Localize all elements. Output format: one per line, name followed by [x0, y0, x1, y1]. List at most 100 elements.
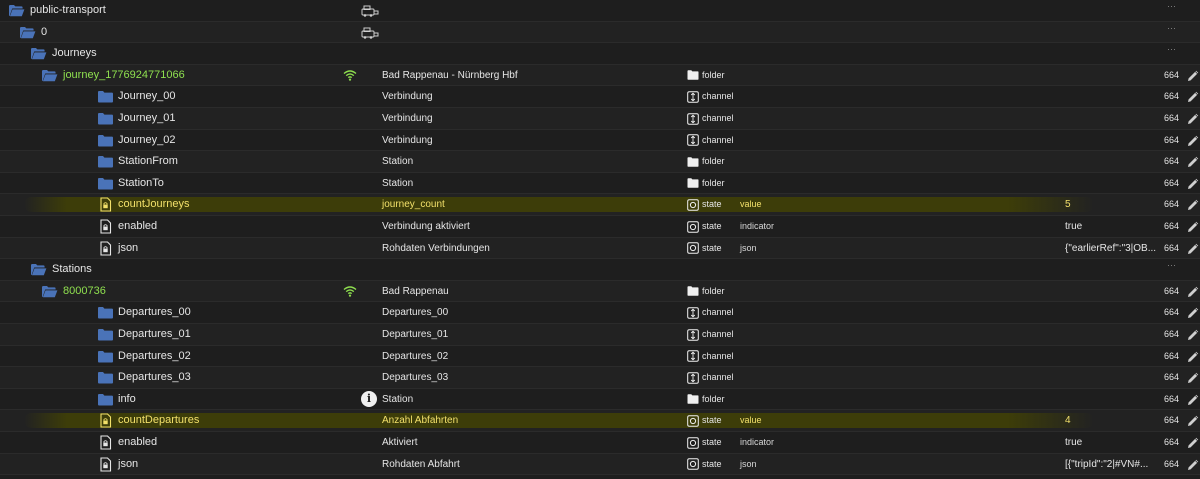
tree-row[interactable]: countJourneys journey_count state value 5 664 [0, 194, 1200, 216]
folder-icon[interactable] [97, 350, 114, 363]
tree-row[interactable]: Journey_02 Verbindung channel 664 [0, 130, 1200, 152]
object-name[interactable]: countJourneys [118, 194, 190, 215]
adapter-icon [361, 4, 379, 17]
object-value[interactable]: 4 [1065, 410, 1157, 431]
object-description: Station [382, 156, 414, 168]
object-value[interactable]: true [1065, 432, 1157, 453]
object-name[interactable]: enabled [118, 216, 157, 237]
edit-icon[interactable] [1186, 371, 1200, 385]
object-name[interactable]: json [118, 238, 138, 259]
object-value[interactable]: 5 [1065, 194, 1157, 215]
edit-icon[interactable] [1186, 328, 1200, 342]
edit-icon[interactable] [1186, 350, 1200, 364]
edit-icon[interactable] [1186, 220, 1200, 234]
object-name[interactable]: Departures_03 [118, 367, 191, 388]
object-description: Verbindung [382, 91, 433, 103]
tree-row[interactable]: 8000736 Bad Rappenau folder 664 [0, 280, 1200, 303]
folder-icon[interactable] [97, 112, 114, 125]
tree-row[interactable]: json Rohdaten Abfahrt state json [{"tripId":… [0, 453, 1200, 476]
object-name[interactable]: Journey_02 [118, 130, 176, 151]
edit-icon[interactable] [1186, 458, 1200, 472]
channel-type-icon [687, 350, 699, 362]
tree-row[interactable]: Departures_01 Departures_01 channel 664 [0, 324, 1200, 346]
edit-icon[interactable] [1186, 177, 1200, 191]
object-name[interactable]: Departures_01 [118, 324, 191, 345]
object-name[interactable]: StationFrom [118, 151, 178, 172]
object-name[interactable]: StationTo [118, 173, 164, 194]
folder-icon[interactable] [97, 90, 114, 103]
edit-icon[interactable] [1186, 242, 1200, 256]
object-name[interactable]: Journeys [52, 43, 97, 64]
more-dots-icon[interactable]: ··· [1167, 255, 1176, 276]
object-name[interactable]: 0 [41, 22, 47, 43]
state-type-icon [687, 415, 699, 427]
tree-row[interactable]: StationFrom Station folder 664 [0, 151, 1200, 173]
more-dots-icon[interactable]: ··· [1167, 39, 1176, 60]
object-value[interactable]: {"earlierRef":"3|OB... [1065, 238, 1157, 259]
object-permission: 664 [1164, 285, 1180, 296]
object-name[interactable]: Journey_00 [118, 86, 176, 107]
tree-row[interactable]: journey_1776924771066 Bad Rappenau - Nürn… [0, 64, 1200, 87]
folder-open-icon[interactable] [41, 285, 58, 298]
object-value[interactable]: true [1065, 216, 1157, 237]
edit-icon[interactable] [1186, 90, 1200, 104]
edit-icon[interactable] [1186, 436, 1200, 450]
edit-icon[interactable] [1186, 306, 1200, 320]
object-name[interactable]: journey_1776924771066 [63, 65, 185, 86]
tree-row[interactable]: public-transport ··· [0, 0, 1200, 22]
edit-icon[interactable] [1186, 393, 1200, 407]
tree-row[interactable]: Departures_03 Departures_03 channel 664 [0, 367, 1200, 389]
tree-row[interactable]: Journey_01 Verbindung channel 664 [0, 108, 1200, 130]
folder-icon[interactable] [97, 134, 114, 147]
object-name[interactable]: Stations [52, 259, 92, 280]
tree-row[interactable]: StationTo Station folder 664 [0, 173, 1200, 195]
edit-icon[interactable] [1186, 69, 1200, 83]
more-dots-icon[interactable]: ··· [1167, 0, 1176, 17]
folder-open-icon[interactable] [19, 26, 36, 39]
folder-icon[interactable] [97, 155, 114, 168]
folder-open-icon[interactable] [30, 47, 47, 60]
edit-icon[interactable] [1186, 155, 1200, 169]
edit-icon[interactable] [1186, 414, 1200, 428]
tree-row[interactable]: Stations ··· [0, 259, 1200, 281]
folder-icon[interactable] [97, 306, 114, 319]
object-name[interactable]: Departures_00 [118, 302, 191, 323]
info-icon[interactable]: i [361, 390, 377, 407]
folder-open-icon[interactable] [41, 69, 58, 82]
tree-row[interactable]: enabled Verbindung aktiviert state indicato… [0, 216, 1200, 238]
object-type: folder [687, 65, 725, 86]
more-dots-icon[interactable]: ··· [1167, 18, 1176, 39]
object-permission: 664 [1164, 350, 1180, 361]
folder-type-icon [687, 156, 699, 167]
object-type-label: folder [702, 177, 725, 188]
folder-icon[interactable] [97, 371, 114, 384]
folder-icon[interactable] [97, 177, 114, 190]
object-type: channel [687, 130, 734, 151]
tree-row[interactable]: enabled Aktiviert state indicator true 664 [0, 432, 1200, 454]
tree-row[interactable]: countDepartures Anzahl Abfahrten state valu… [0, 410, 1200, 432]
tree-row[interactable]: Departures_00 Departures_00 channel 664 [0, 302, 1200, 324]
edit-icon[interactable] [1186, 198, 1200, 212]
folder-icon[interactable] [97, 393, 114, 406]
folder-open-icon[interactable] [8, 4, 25, 17]
object-name[interactable]: Journey_01 [118, 108, 176, 129]
object-name[interactable]: public-transport [30, 0, 106, 21]
object-name[interactable]: countDepartures [118, 410, 199, 431]
folder-icon[interactable] [97, 328, 114, 341]
object-name[interactable]: Departures_02 [118, 346, 191, 367]
object-name[interactable]: json [118, 454, 138, 475]
edit-icon[interactable] [1186, 134, 1200, 148]
tree-row[interactable]: Journeys ··· [0, 43, 1200, 65]
tree-row[interactable]: json Rohdaten Verbindungen state json {"earl… [0, 237, 1200, 260]
edit-icon[interactable] [1186, 285, 1200, 299]
tree-row[interactable]: Journey_00 Verbindung channel 664 [0, 86, 1200, 108]
object-value[interactable]: [{"tripId":"2|#VN#... [1065, 454, 1157, 475]
object-name[interactable]: info [118, 389, 136, 410]
tree-row[interactable]: info i Station folder 664 [0, 389, 1200, 411]
object-name[interactable]: 8000736 [63, 281, 106, 302]
object-name[interactable]: enabled [118, 432, 157, 453]
tree-row[interactable]: Departures_02 Departures_02 channel 664 [0, 346, 1200, 368]
folder-open-icon[interactable] [30, 263, 47, 276]
tree-row[interactable]: 0 ··· [0, 21, 1200, 44]
edit-icon[interactable] [1186, 112, 1200, 126]
